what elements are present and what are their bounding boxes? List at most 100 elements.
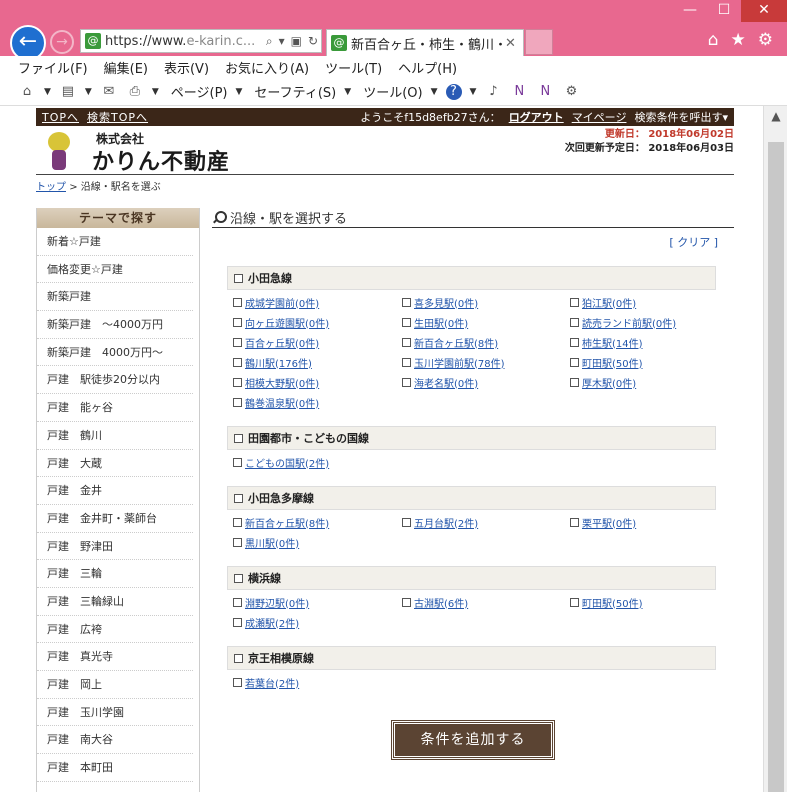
- sidebar-item[interactable]: 新築戸建 4000万円～: [37, 339, 193, 367]
- station-checkbox[interactable]: [233, 517, 242, 527]
- station-checkbox[interactable]: [402, 517, 411, 527]
- tab-close-icon[interactable]: ✕: [505, 36, 523, 51]
- help-dropdown-icon[interactable]: ▼: [470, 87, 477, 97]
- vertical-scrollbar[interactable]: ▲: [763, 106, 787, 792]
- onenote-icon[interactable]: N: [510, 84, 528, 100]
- menu-view[interactable]: 表示(V): [164, 58, 209, 77]
- station-link[interactable]: 狛江駅(0件): [582, 295, 636, 310]
- station-link[interactable]: 鶴川駅(176件): [245, 355, 312, 370]
- add-condition-button[interactable]: 条件を追加する: [391, 720, 555, 760]
- address-dropdown-icon[interactable]: ▾: [276, 34, 288, 48]
- station-checkbox[interactable]: [570, 517, 579, 527]
- sidebar-item[interactable]: 戸建 広袴: [37, 616, 193, 644]
- station-checkbox[interactable]: [233, 677, 242, 687]
- print-dropdown-icon[interactable]: ▼: [152, 87, 159, 97]
- search-top-link[interactable]: 検索TOPへ: [87, 109, 148, 125]
- addon-gear-icon[interactable]: ⚙: [562, 84, 580, 100]
- station-link[interactable]: 町田駅(50件): [582, 355, 643, 370]
- station-checkbox[interactable]: [402, 317, 411, 327]
- station-checkbox[interactable]: [402, 357, 411, 367]
- sidebar-item[interactable]: 戸建 駅徒歩20分以内: [37, 366, 193, 395]
- scroll-thumb[interactable]: [768, 142, 784, 792]
- page-dropdown-icon[interactable]: ▼: [236, 87, 243, 97]
- mypage-link[interactable]: マイページ: [572, 109, 627, 125]
- station-checkbox[interactable]: [233, 597, 242, 607]
- sidebar-item[interactable]: 戸建 金井町・薬師台: [37, 505, 193, 533]
- station-checkbox[interactable]: [233, 297, 242, 307]
- station-link[interactable]: こどもの国駅(2件): [245, 455, 329, 470]
- station-checkbox[interactable]: [570, 317, 579, 327]
- station-link[interactable]: 玉川学園前駅(78件): [414, 355, 505, 370]
- station-link[interactable]: 百合ヶ丘駅(0件): [245, 335, 319, 350]
- station-link[interactable]: 若葉台(2件): [245, 675, 299, 690]
- sidebar-item[interactable]: 戸建 三輪緑山: [37, 588, 193, 616]
- sidebar-item[interactable]: 戸建 野津田: [37, 533, 193, 561]
- station-link[interactable]: 相模大野駅(0件): [245, 375, 319, 390]
- tools-menu[interactable]: ツール(O): [363, 82, 422, 101]
- station-link[interactable]: 黒川駅(0件): [245, 535, 299, 550]
- help-icon[interactable]: ?: [445, 83, 462, 100]
- station-link[interactable]: 柿生駅(14件): [582, 335, 643, 350]
- sidebar-item[interactable]: 戸建 玉川学園: [37, 699, 193, 727]
- feeds-icon[interactable]: ▤: [59, 84, 77, 100]
- menu-help[interactable]: ヘルプ(H): [398, 58, 457, 77]
- station-checkbox[interactable]: [402, 337, 411, 347]
- line-checkbox[interactable]: [234, 273, 243, 283]
- sidebar-item[interactable]: 戸建 真光寺: [37, 643, 193, 671]
- station-link[interactable]: 栗平駅(0件): [582, 515, 636, 530]
- station-checkbox[interactable]: [233, 457, 242, 467]
- station-link[interactable]: 淵野辺駅(0件): [245, 595, 309, 610]
- home-cmd-icon[interactable]: ⌂: [18, 84, 36, 100]
- station-link[interactable]: 新百合ヶ丘駅(8件): [414, 335, 498, 350]
- maximize-button[interactable]: ☐: [707, 0, 741, 22]
- favorites-star-icon[interactable]: ★: [731, 30, 746, 50]
- menu-tools[interactable]: ツール(T): [325, 58, 382, 77]
- home-dropdown-icon[interactable]: ▼: [44, 87, 51, 97]
- station-link[interactable]: 成城学園前(0件): [245, 295, 319, 310]
- station-link[interactable]: 新百合ヶ丘駅(8件): [245, 515, 329, 530]
- lock-icon[interactable]: ▣: [288, 34, 305, 48]
- search-icon[interactable]: ⌕: [263, 34, 276, 49]
- sidebar-item[interactable]: 戸建 金井: [37, 477, 193, 505]
- onenote-linked-icon[interactable]: N: [536, 84, 554, 100]
- station-checkbox[interactable]: [402, 597, 411, 607]
- station-link[interactable]: 鶴巻温泉駅(0件): [245, 395, 319, 410]
- station-checkbox[interactable]: [233, 317, 242, 327]
- station-checkbox[interactable]: [233, 337, 242, 347]
- sidebar-item[interactable]: 新着☆戸建: [37, 228, 193, 256]
- scroll-up-icon[interactable]: ▲: [764, 106, 787, 126]
- sidebar-item[interactable]: 戸建 大蔵: [37, 450, 193, 478]
- breadcrumb-home-link[interactable]: トップ: [36, 182, 66, 193]
- page-menu[interactable]: ページ(P): [171, 82, 228, 101]
- line-checkbox[interactable]: [234, 493, 243, 503]
- station-checkbox[interactable]: [402, 297, 411, 307]
- station-link[interactable]: 喜多見駅(0件): [414, 295, 478, 310]
- minimize-button[interactable]: —: [673, 0, 707, 22]
- sidebar-item[interactable]: 戸建 能ヶ谷: [37, 394, 193, 422]
- line-checkbox[interactable]: [234, 573, 243, 583]
- clear-link[interactable]: [ クリア ]: [212, 234, 734, 250]
- print-icon[interactable]: ⎙: [126, 84, 144, 100]
- station-checkbox[interactable]: [233, 617, 242, 627]
- settings-gear-icon[interactable]: ⚙: [758, 30, 773, 50]
- feeds-dropdown-icon[interactable]: ▼: [85, 87, 92, 97]
- sidebar-item[interactable]: 価格変更☆戸建: [37, 256, 193, 284]
- address-bar[interactable]: @ https://www.e-karin.c... ⌕ ▾ ▣ ↻: [80, 29, 322, 53]
- station-checkbox[interactable]: [233, 537, 242, 547]
- station-checkbox[interactable]: [233, 397, 242, 407]
- line-checkbox[interactable]: [234, 653, 243, 663]
- forward-button[interactable]: →: [50, 30, 74, 54]
- menu-edit[interactable]: 編集(E): [104, 58, 148, 77]
- line-checkbox[interactable]: [234, 433, 243, 443]
- sidebar-item[interactable]: 戸建 岡上: [37, 671, 193, 699]
- station-link[interactable]: 生田駅(0件): [414, 315, 468, 330]
- station-link[interactable]: 町田駅(50件): [582, 595, 643, 610]
- station-link[interactable]: 成瀬駅(2件): [245, 615, 299, 630]
- menu-favorites[interactable]: お気に入り(A): [225, 58, 309, 77]
- home-icon[interactable]: ⌂: [708, 30, 719, 50]
- logout-link[interactable]: ログアウト: [509, 109, 564, 125]
- sidebar-item[interactable]: 戸建 南大谷: [37, 726, 193, 755]
- music-icon[interactable]: ♪: [484, 84, 502, 100]
- sidebar-item[interactable]: 新築戸建: [37, 283, 193, 312]
- station-checkbox[interactable]: [233, 377, 242, 387]
